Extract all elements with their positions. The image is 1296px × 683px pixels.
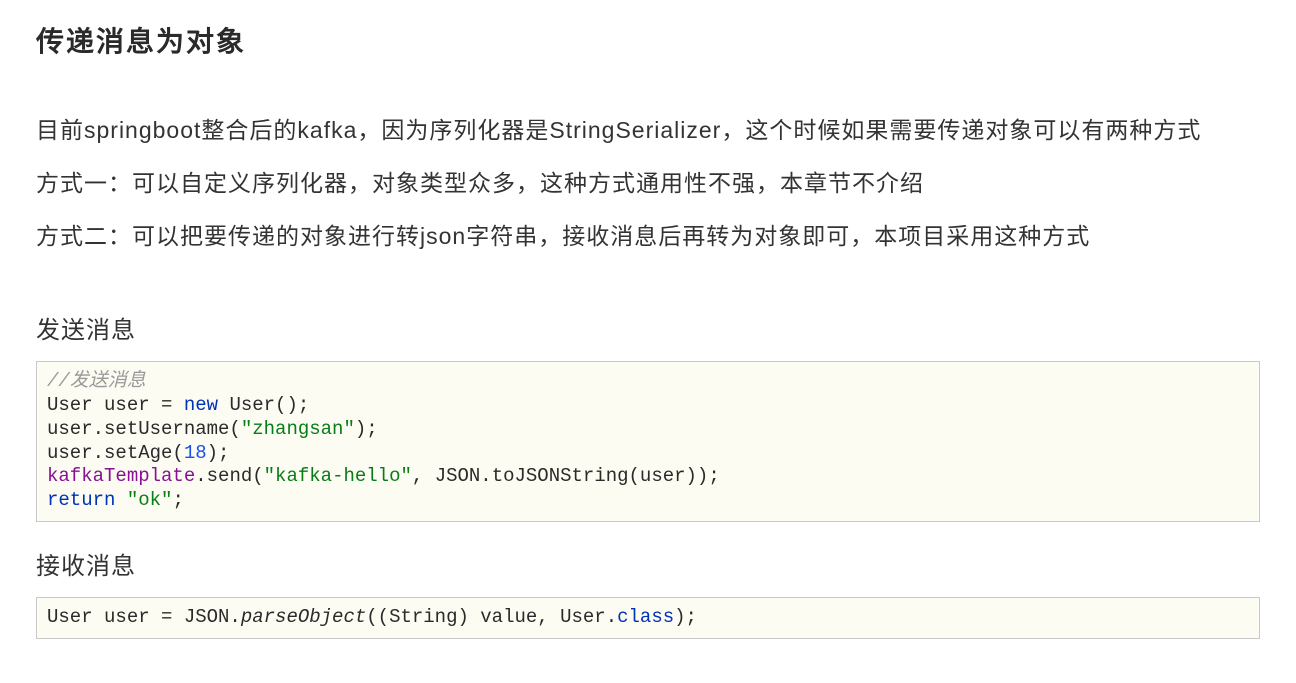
- code-text: );: [674, 606, 697, 628]
- code-comment: //发送消息: [47, 370, 146, 392]
- code-text: user.setUsername(: [47, 418, 241, 440]
- code-string: "ok": [127, 489, 173, 511]
- code-keyword-return: return: [47, 489, 115, 511]
- code-text: );: [355, 418, 378, 440]
- code-keyword-class: class: [617, 606, 674, 628]
- code-text: .send(: [195, 465, 263, 487]
- code-method-italic: parseObject: [241, 606, 366, 628]
- receive-message-heading: 接收消息: [36, 546, 1260, 581]
- code-text: User user = JSON.: [47, 606, 241, 628]
- code-variable: kafkaTemplate: [47, 465, 195, 487]
- code-block-wrapper: //发送消息 User user = new User(); user.setU…: [36, 361, 1260, 522]
- code-text: , JSON.toJSONString(user));: [412, 465, 720, 487]
- send-message-heading: 发送消息: [36, 310, 1260, 345]
- code-keyword-new: new: [184, 394, 218, 416]
- paragraph-intro: 目前springboot整合后的kafka，因为序列化器是StringSeria…: [36, 112, 1260, 149]
- receive-code-block: User user = JSON.parseObject((String) va…: [36, 597, 1260, 639]
- code-text: ;: [172, 489, 183, 511]
- code-number: 18: [184, 442, 207, 464]
- paragraph-method2: 方式二：可以把要传递的对象进行转json字符串，接收消息后再转为对象即可，本项目…: [36, 218, 1260, 255]
- code-text: ((String) value, User.: [366, 606, 617, 628]
- code-string: "kafka-hello": [264, 465, 412, 487]
- code-text: User user =: [47, 394, 184, 416]
- code-string: "zhangsan": [241, 418, 355, 440]
- code-text: user.setAge(: [47, 442, 184, 464]
- main-heading: 传递消息为对象: [36, 20, 1260, 60]
- paragraph-method1: 方式一：可以自定义序列化器，对象类型众多，这种方式通用性不强，本章节不介绍: [36, 165, 1260, 202]
- code-text: User();: [218, 394, 309, 416]
- code-text: );: [207, 442, 230, 464]
- send-code-block: //发送消息 User user = new User(); user.setU…: [36, 361, 1260, 522]
- document-container: 传递消息为对象 目前springboot整合后的kafka，因为序列化器是Str…: [0, 0, 1296, 683]
- code-space: [115, 489, 126, 511]
